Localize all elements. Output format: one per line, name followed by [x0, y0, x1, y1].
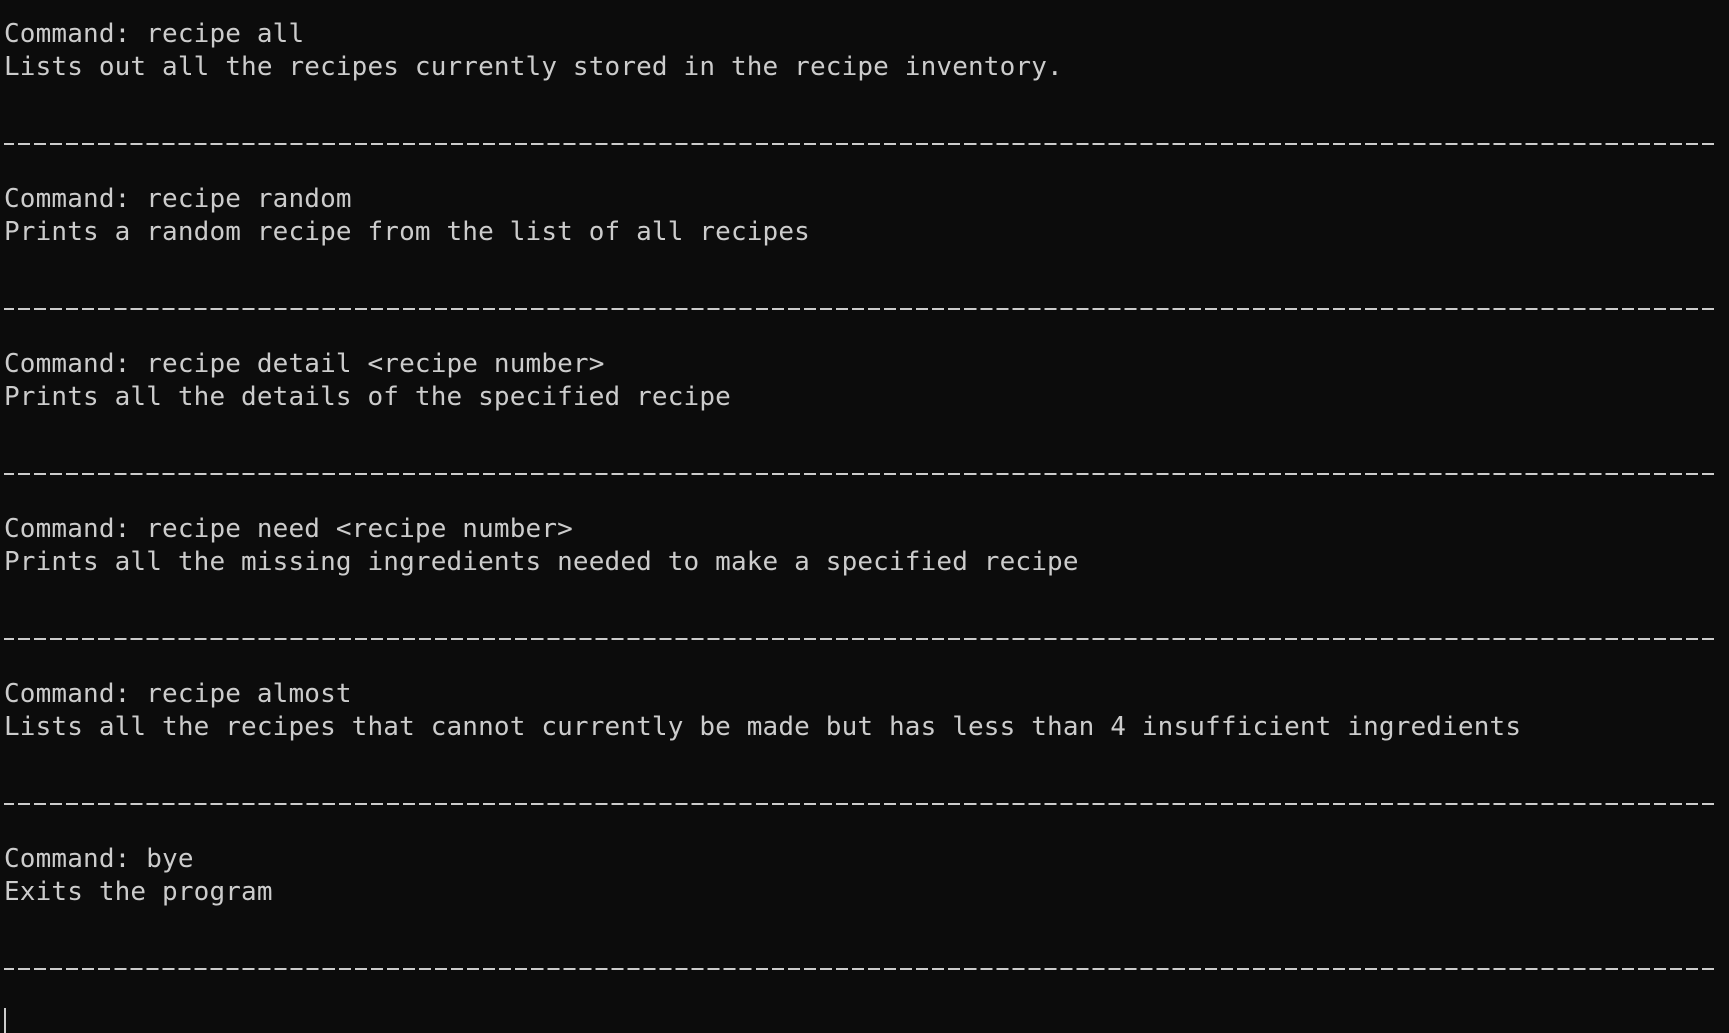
- command-description: Prints a random recipe from the list of …: [4, 217, 810, 247]
- command-line: Command: recipe all: [4, 19, 305, 49]
- text-cursor: [4, 1008, 6, 1033]
- command-line: Command: recipe need <recipe number>: [4, 514, 573, 544]
- command-line: Command: recipe random: [4, 184, 352, 214]
- section-divider: [4, 143, 1716, 145]
- terminal-window[interactable]: Command: recipe all Lists out all the re…: [0, 0, 1729, 1033]
- command-description: Lists out all the recipes currently stor…: [4, 52, 1063, 82]
- section-divider: [4, 308, 1716, 310]
- command-description: Exits the program: [4, 877, 273, 907]
- section-divider: [4, 968, 1716, 970]
- command-line: Command: recipe detail <recipe number>: [4, 349, 605, 379]
- command-line: Command: bye: [4, 844, 194, 874]
- command-description: Prints all the details of the specified …: [4, 382, 731, 412]
- section-divider: [4, 638, 1716, 640]
- command-description: Lists all the recipes that cannot curren…: [4, 712, 1522, 742]
- section-divider: [4, 803, 1716, 805]
- section-divider: [4, 473, 1716, 475]
- command-line: Command: recipe almost: [4, 679, 352, 709]
- command-description: Prints all the missing ingredients neede…: [4, 547, 1079, 577]
